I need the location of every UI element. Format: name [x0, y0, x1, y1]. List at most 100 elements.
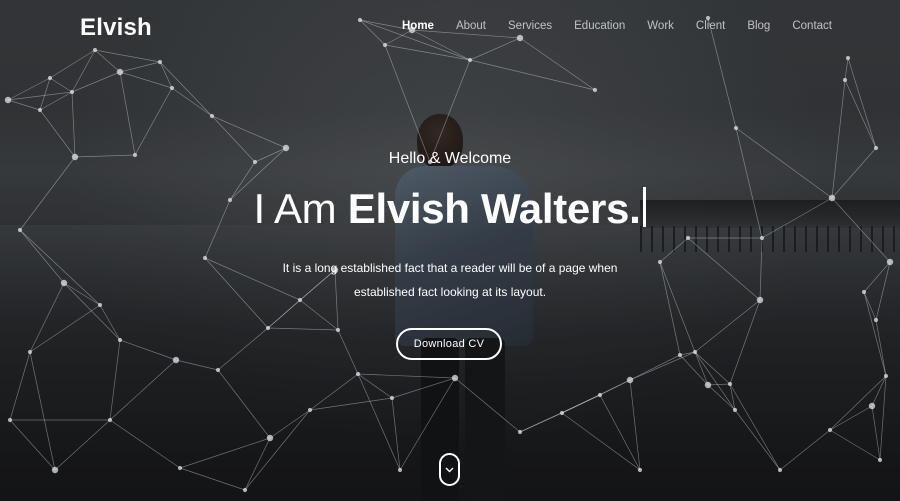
network-dot: [389, 395, 395, 401]
network-line: [9, 351, 31, 421]
network-line: [109, 419, 181, 469]
network-line: [844, 57, 849, 81]
network-dot: [451, 374, 459, 382]
network-line: [9, 419, 56, 471]
network-line: [299, 299, 339, 331]
network-line: [134, 87, 173, 156]
network-line: [7, 77, 51, 101]
network-line: [871, 405, 881, 461]
network-line: [109, 339, 121, 421]
network-line: [391, 397, 401, 471]
network-line: [71, 49, 96, 93]
main-nav: Home About Services Education Work Clien…: [402, 20, 854, 32]
network-line: [159, 61, 173, 89]
network-line: [49, 49, 96, 79]
network-line: [831, 79, 846, 199]
network-line: [71, 91, 76, 158]
network-dot: [637, 467, 643, 473]
network-dot: [873, 317, 879, 323]
scroll-down-button[interactable]: [439, 453, 460, 486]
network-line: [561, 412, 641, 471]
network-line: [599, 394, 641, 471]
network-dot: [157, 59, 163, 65]
network-dot: [209, 113, 215, 119]
network-dot: [868, 402, 876, 410]
network-line: [337, 329, 359, 375]
network-line: [7, 99, 41, 111]
network-line: [454, 377, 521, 433]
nav-item-services[interactable]: Services: [508, 20, 552, 32]
network-dot: [559, 410, 565, 416]
chevron-down-icon: [445, 467, 454, 472]
nav-item-contact[interactable]: Contact: [792, 20, 832, 32]
network-dot: [307, 407, 313, 413]
network-line: [217, 327, 269, 371]
nav-item-home[interactable]: Home: [402, 20, 434, 32]
network-line: [159, 61, 213, 117]
network-line: [469, 59, 596, 91]
network-dot: [107, 417, 113, 423]
network-line: [267, 327, 339, 331]
network-line: [119, 71, 136, 156]
network-line: [211, 115, 287, 149]
nav-item-work[interactable]: Work: [647, 20, 674, 32]
network-dot: [27, 349, 33, 355]
network-line: [309, 373, 359, 411]
nav-item-client[interactable]: Client: [696, 20, 725, 32]
network-dot: [777, 467, 783, 473]
network-dot: [827, 427, 833, 433]
brand-logo[interactable]: Elvish: [80, 14, 152, 42]
network-dot: [266, 434, 274, 442]
nav-item-about[interactable]: About: [456, 20, 486, 32]
network-line: [29, 304, 101, 353]
network-line: [175, 359, 219, 371]
network-dot: [116, 68, 124, 76]
nav-item-blog[interactable]: Blog: [747, 20, 770, 32]
network-dot: [51, 466, 59, 474]
hero-section: Elvish Home About Services Education Wor…: [0, 0, 900, 501]
network-line: [119, 71, 173, 89]
network-line: [629, 379, 641, 471]
network-dot: [467, 57, 473, 63]
network-dot: [265, 325, 271, 331]
network-dot: [177, 465, 183, 471]
network-dot: [37, 107, 43, 113]
hero-headline: I Am Elvish Walters.: [0, 185, 900, 233]
network-dot: [357, 17, 363, 23]
network-line: [779, 429, 831, 471]
network-dot: [733, 125, 739, 131]
network-dot: [7, 417, 13, 423]
network-dot: [597, 392, 603, 398]
nav-item-education[interactable]: Education: [574, 20, 625, 32]
greeting-text: Hello & Welcome: [388, 150, 512, 167]
typing-cursor: [643, 187, 647, 227]
network-line: [629, 351, 696, 381]
network-line: [707, 383, 731, 386]
network-line: [94, 49, 121, 73]
network-dot: [335, 327, 341, 333]
network-line: [729, 299, 761, 385]
network-line: [844, 79, 877, 149]
network-dot: [626, 376, 634, 384]
network-line: [7, 91, 73, 101]
network-dot: [685, 235, 691, 241]
headline-name: Elvish Walters.: [347, 185, 641, 232]
headline-prefix: I Am: [253, 185, 348, 232]
network-line: [179, 467, 246, 491]
network-dot: [842, 77, 848, 83]
network-dot: [172, 356, 180, 364]
network-line: [384, 44, 431, 163]
network-dot: [69, 89, 75, 95]
network-dot: [877, 457, 883, 463]
hero-description: It is a long established fact that a rea…: [0, 256, 900, 304]
network-line: [519, 37, 596, 91]
network-line: [179, 437, 271, 469]
network-dot: [677, 352, 683, 358]
download-cv-button[interactable]: Download CV: [396, 328, 502, 360]
network-line: [244, 409, 311, 491]
network-line: [384, 44, 471, 61]
network-dot: [516, 34, 524, 42]
network-dot: [517, 429, 523, 435]
network-line: [429, 59, 471, 163]
network-dot: [92, 47, 98, 53]
